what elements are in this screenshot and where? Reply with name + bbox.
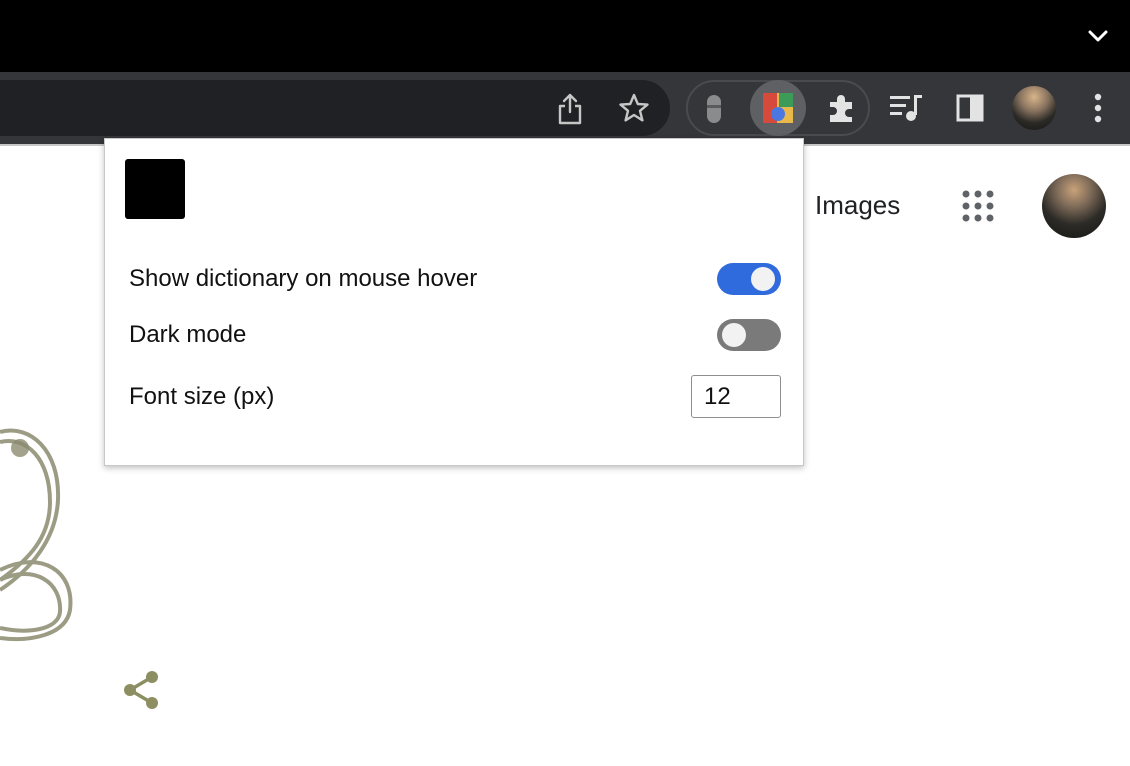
- setting-label-dark-mode: Dark mode: [129, 321, 247, 348]
- account-avatar[interactable]: [1042, 174, 1106, 238]
- reading-list-icon[interactable]: [888, 93, 924, 123]
- hover-dictionary-toggle[interactable]: [717, 263, 781, 295]
- chevron-down-icon[interactable]: [1088, 28, 1108, 44]
- dictionary-extension-button[interactable]: [750, 80, 806, 136]
- share-icon[interactable]: [122, 670, 160, 710]
- toggle-knob: [751, 267, 775, 291]
- extension-icon[interactable]: [702, 92, 726, 126]
- extension-icon: [763, 93, 793, 123]
- setting-label-hover: Show dictionary on mouse hover: [129, 265, 478, 292]
- doodle-image[interactable]: [0, 420, 80, 650]
- side-panel-icon[interactable]: [956, 94, 984, 122]
- browser-titlebar: [0, 0, 1130, 72]
- star-icon[interactable]: [618, 92, 650, 124]
- extension-popup: Show dictionary on mouse hover Dark mode…: [104, 138, 804, 466]
- font-size-input[interactable]: [691, 375, 781, 418]
- puzzle-icon[interactable]: [826, 92, 858, 124]
- toggle-knob: [722, 323, 746, 347]
- share-icon[interactable]: [556, 92, 584, 126]
- setting-label-font-size: Font size (px): [129, 383, 275, 410]
- dark-mode-toggle[interactable]: [717, 319, 781, 351]
- apps-grid-icon[interactable]: [960, 188, 996, 224]
- images-link[interactable]: Images: [815, 190, 900, 221]
- profile-avatar[interactable]: [1012, 86, 1056, 130]
- more-vert-icon[interactable]: [1092, 92, 1104, 124]
- extension-logo: [125, 159, 185, 219]
